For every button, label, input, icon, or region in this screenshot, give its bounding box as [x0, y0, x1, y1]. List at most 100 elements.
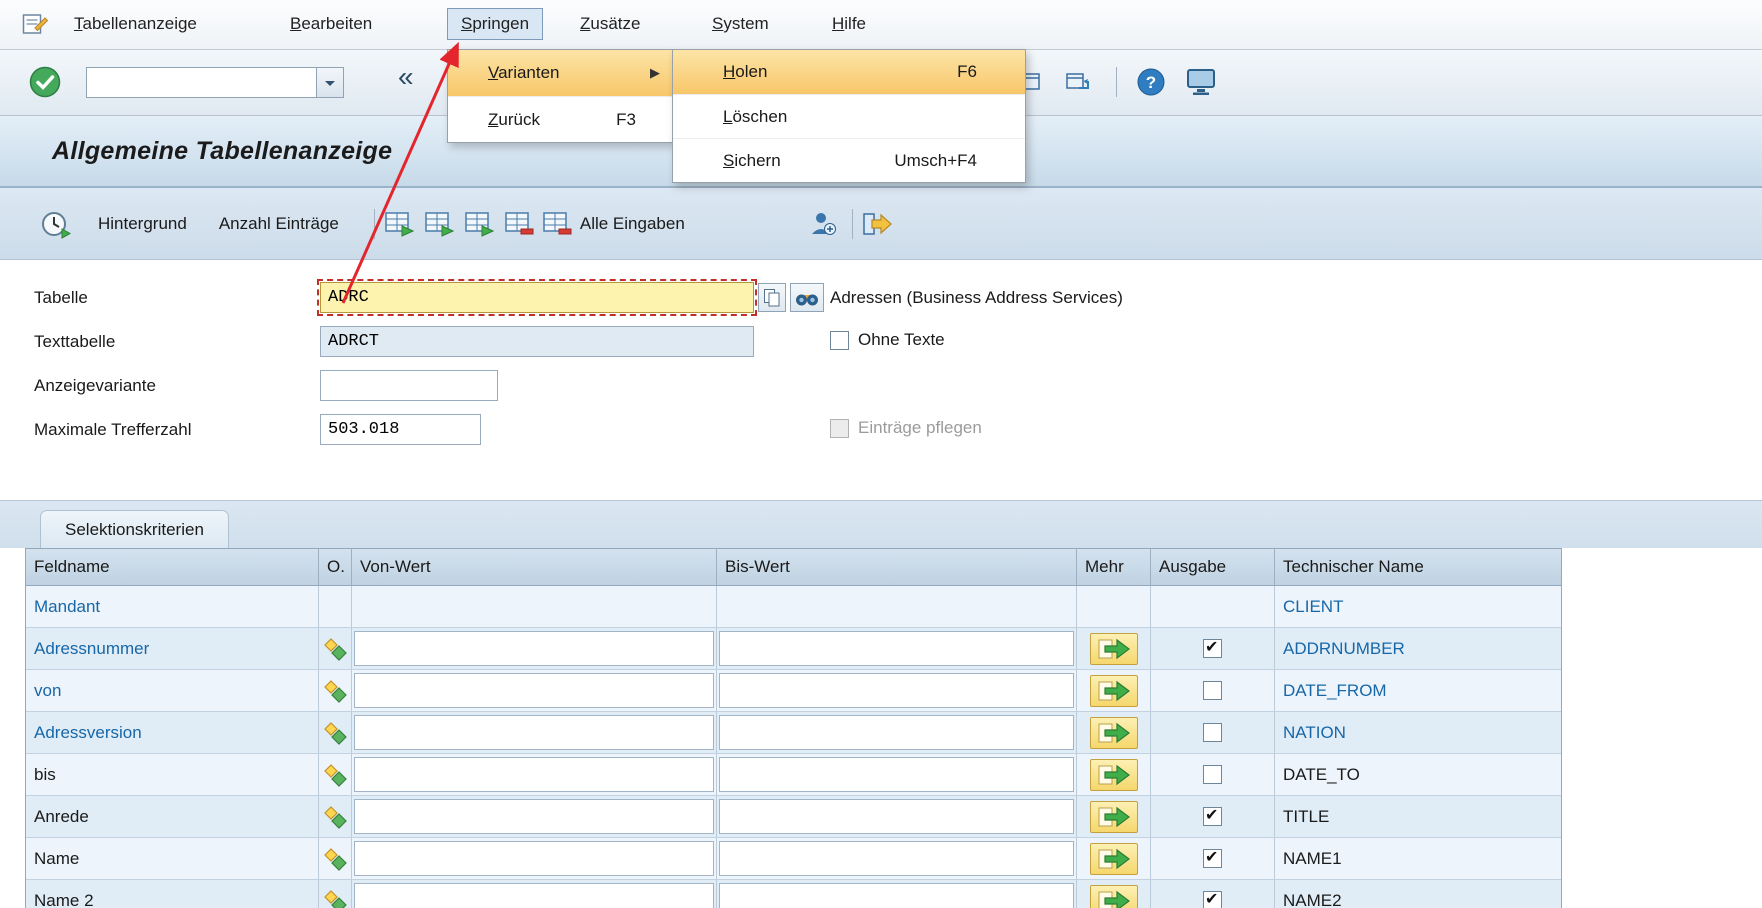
texttabelle-row: Texttabelle Ohne Texte — [0, 326, 1762, 358]
user-settings-icon[interactable] — [807, 208, 839, 240]
selection-options-icon[interactable] — [323, 763, 347, 787]
technical-name: DATE_FROM — [1275, 670, 1562, 711]
selektionskriterien-group: Selektionskriterien Feldname O. Von-Wert… — [0, 500, 1762, 908]
bis-wert-cell — [717, 838, 1077, 879]
menu-item-loeschen[interactable]: Löschen — [673, 94, 1025, 138]
menu-bearbeiten[interactable]: Bearbeiten — [276, 8, 386, 40]
von-wert-input[interactable] — [354, 883, 714, 908]
menu-item-sichern[interactable]: Sichern Umsch+F4 — [673, 138, 1025, 182]
bis-wert-cell — [717, 586, 1077, 627]
texttabelle-input[interactable] — [320, 326, 754, 357]
mehr-button[interactable] — [1090, 675, 1138, 707]
mehr-button[interactable] — [1090, 717, 1138, 749]
ausgabe-checkbox[interactable] — [1203, 891, 1222, 908]
bis-wert-input[interactable] — [719, 757, 1074, 792]
menu-label: Zusätze — [580, 14, 640, 33]
anzahl-eintraege-button[interactable]: Anzahl Einträge — [209, 208, 349, 240]
gui-settings-monitor-icon[interactable] — [1184, 66, 1218, 98]
max-trefferzahl-input[interactable] — [320, 414, 481, 445]
toolbar-separator — [1116, 67, 1117, 97]
mehr-button[interactable] — [1090, 885, 1138, 908]
anzeigevariante-input[interactable] — [320, 370, 498, 401]
selection-table-header: Feldname O. Von-Wert Bis-Wert Mehr Ausga… — [26, 548, 1561, 586]
hintergrund-button[interactable]: Hintergrund — [88, 208, 197, 240]
ausgabe-checkbox[interactable] — [1203, 765, 1222, 784]
menu-item-holen[interactable]: Holen F6 — [673, 50, 1025, 94]
ausgabe-checkbox[interactable] — [1203, 639, 1222, 658]
enter-button[interactable] — [28, 65, 62, 104]
bis-wert-input[interactable] — [719, 841, 1074, 876]
selection-row-name2: Name 2NAME2 — [26, 880, 1561, 908]
selection-options-icon[interactable] — [323, 679, 347, 703]
von-wert-input[interactable] — [354, 715, 714, 750]
export-icon[interactable] — [860, 209, 894, 239]
screen-form-icon — [22, 13, 48, 40]
ausgabe-cell — [1151, 796, 1275, 837]
selection-options-icon[interactable] — [323, 805, 347, 829]
create-shortcut-icon[interactable] — [1063, 69, 1093, 95]
selection-options-icon[interactable] — [323, 637, 347, 661]
field-label: Name — [26, 838, 319, 879]
ausgabe-checkbox[interactable] — [1203, 723, 1222, 742]
tabelle-input[interactable] — [320, 282, 754, 313]
mehr-button[interactable] — [1090, 843, 1138, 875]
menu-zusaetze[interactable]: Zusätze — [566, 8, 654, 40]
mehr-button[interactable] — [1090, 759, 1138, 791]
grid-remove-icon[interactable] — [502, 209, 536, 239]
group-header-strip: Selektionskriterien — [0, 500, 1762, 548]
grid-insert-icon-2[interactable] — [422, 209, 456, 239]
menu-item-zurueck[interactable]: Zurück F3 — [448, 96, 672, 142]
bis-wert-input[interactable] — [719, 631, 1074, 666]
ausgabe-checkbox[interactable] — [1203, 681, 1222, 700]
von-wert-input[interactable] — [354, 799, 714, 834]
menu-tabellenanzeige[interactable]: Tabellenanzeige — [60, 8, 211, 40]
ohne-texte-checkbox[interactable] — [830, 331, 849, 350]
grid-insert-icon-1[interactable] — [382, 209, 416, 239]
selection-options-icon[interactable] — [323, 847, 347, 871]
mehr-button[interactable] — [1090, 801, 1138, 833]
selection-options-cell — [319, 670, 352, 711]
bis-wert-input[interactable] — [719, 883, 1074, 908]
ausgabe-checkbox[interactable] — [1203, 807, 1222, 826]
execute-clock-icon[interactable] — [38, 207, 74, 241]
menu-item-varianten[interactable]: Varianten ▶ — [448, 50, 672, 96]
menu-label: Tabellenanzeige — [74, 14, 197, 33]
ausgabe-cell — [1151, 754, 1275, 795]
tabelle-description: Adressen (Business Address Services) — [830, 288, 1123, 308]
alle-eingaben-button[interactable]: Alle Eingaben — [542, 211, 685, 237]
ausgabe-cell — [1151, 838, 1275, 879]
help-icon[interactable]: ? — [1134, 65, 1168, 99]
von-wert-input[interactable] — [354, 841, 714, 876]
command-dropdown-button[interactable] — [316, 68, 343, 97]
bis-wert-input[interactable] — [719, 673, 1074, 708]
anzeigevariante-row: Anzeigevariante — [0, 370, 1762, 402]
copy-icon[interactable] — [758, 283, 786, 312]
selection-options-cell — [319, 586, 352, 627]
grid-insert-icon-3[interactable] — [462, 209, 496, 239]
von-wert-input[interactable] — [354, 631, 714, 666]
selection-options-icon[interactable] — [323, 889, 347, 908]
page-title: Allgemeine Tabellenanzeige — [52, 137, 392, 166]
von-wert-input[interactable] — [354, 757, 714, 792]
bis-wert-input[interactable] — [719, 799, 1074, 834]
svg-text:?: ? — [1146, 73, 1156, 92]
possible-entries-icon[interactable] — [790, 283, 824, 312]
collapse-command-field-button[interactable]: « — [398, 61, 414, 93]
command-input[interactable] — [87, 68, 316, 97]
selection-options-cell — [319, 628, 352, 669]
mehr-cell — [1077, 712, 1151, 753]
bis-wert-input[interactable] — [719, 715, 1074, 750]
menu-system[interactable]: System — [698, 8, 783, 40]
von-wert-input[interactable] — [354, 673, 714, 708]
tabelle-label: Tabelle — [34, 288, 88, 308]
ohne-texte-label: Ohne Texte — [858, 330, 945, 350]
mehr-button[interactable] — [1090, 633, 1138, 665]
column-header-o: O. — [319, 549, 352, 585]
sap-gui-window: Tabellenanzeige Bearbeiten Springen Zusä… — [0, 0, 1762, 908]
menu-hilfe[interactable]: Hilfe — [818, 8, 880, 40]
von-wert-cell — [352, 754, 717, 795]
selection-options-icon[interactable] — [323, 721, 347, 745]
mehr-cell — [1077, 628, 1151, 669]
menu-springen[interactable]: Springen — [447, 8, 543, 40]
ausgabe-checkbox[interactable] — [1203, 849, 1222, 868]
